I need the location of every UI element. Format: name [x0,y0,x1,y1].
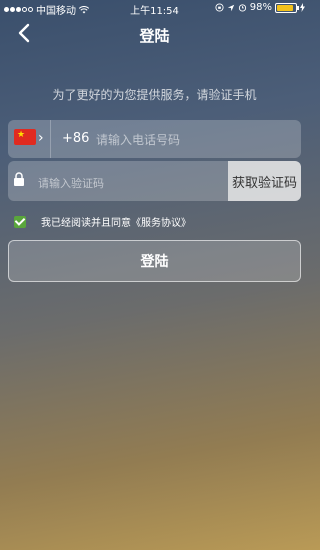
status-right: 98% [215,2,305,13]
chevron-right-icon[interactable]: › [38,130,44,146]
alarm-icon [238,4,246,12]
china-flag-icon[interactable]: ★ [14,129,36,145]
page-title: 登陆 [139,27,170,45]
agreement-row: 我已经阅读并且同意《服务协议》 [14,214,191,229]
nav-bar: 登陆 [0,16,309,52]
charging-icon [300,3,305,12]
get-code-button[interactable]: 获取验证码 [228,161,301,201]
divider [50,120,51,158]
login-button[interactable]: 登陆 [8,240,301,282]
status-bar: 中国移动 上午11:54 98% [0,0,309,17]
location-icon [227,4,234,11]
country-code: +86 [62,131,90,146]
battery-icon [275,2,299,13]
verification-code-input[interactable] [36,173,220,193]
agreement-checkbox[interactable] [14,215,26,228]
phone-field-row: ★ › +86 [8,120,301,158]
agreement-text[interactable]: 我已经阅读并且同意《服务协议》 [41,214,191,229]
lock-icon [14,172,24,186]
phone-input[interactable] [94,130,288,150]
verify-field-row [8,161,228,201]
rotation-lock-icon [215,3,224,12]
battery-percent: 98% [249,2,272,13]
verify-prompt: 为了更好的为您提供服务，请验证手机 [52,88,257,102]
